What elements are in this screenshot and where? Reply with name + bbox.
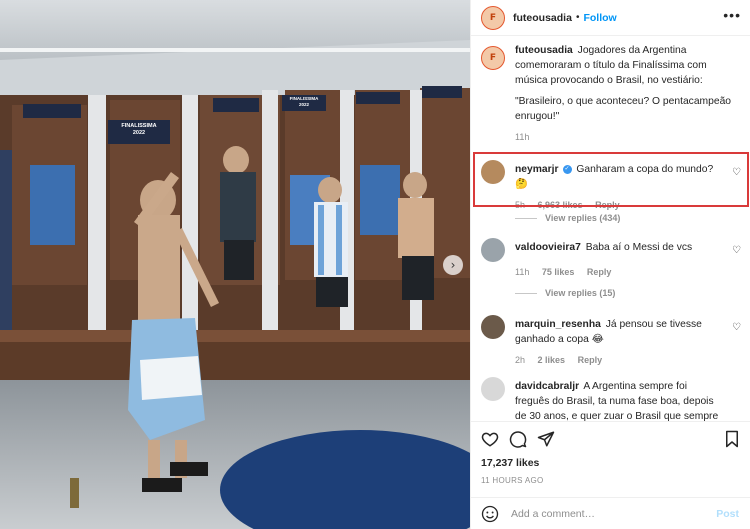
likes-count[interactable]: 17,237 likes xyxy=(481,457,539,469)
brand-logo-icon: F xyxy=(489,53,497,63)
commenter-avatar[interactable] xyxy=(481,377,505,401)
reply-button[interactable]: Reply xyxy=(587,267,612,277)
comment-meta: 2h 2 likes Reply xyxy=(515,353,723,368)
comment-likes[interactable]: 6,963 likes xyxy=(538,200,583,210)
caption-username[interactable]: futeousadia xyxy=(515,45,573,56)
bookmark-icon[interactable] xyxy=(723,430,741,448)
post-sidebar: F futeousadia • Follow ••• F futeousadia… xyxy=(470,0,750,529)
comment-input[interactable] xyxy=(511,507,681,520)
heart-icon[interactable]: ♡ xyxy=(732,245,741,256)
chevron-right-icon: › xyxy=(450,258,456,272)
comment-meta: 5h 6,963 likes Reply xyxy=(515,198,723,213)
caption-meta: 11h xyxy=(515,130,741,145)
banner-year: 2022 xyxy=(132,130,146,136)
comment-username[interactable]: davidcabraljr xyxy=(515,381,579,392)
comment-time: 11h xyxy=(515,267,530,277)
commenter-avatar[interactable] xyxy=(481,238,505,262)
instagram-post: FINALISSIMA 2022 FINALISSIMA 2022 › F fu… xyxy=(0,0,750,529)
view-replies-button[interactable]: View replies (434) xyxy=(515,213,620,223)
separator-dot: • xyxy=(575,12,580,23)
comment-time: 2h xyxy=(515,355,526,365)
post-media[interactable]: FINALISSIMA 2022 FINALISSIMA 2022 › xyxy=(0,0,470,529)
caption-quote: "Brasileiro, o que aconteceu? O pentacam… xyxy=(515,96,732,122)
comment-body: davidcabraljr A Argentina sempre foi fre… xyxy=(515,379,723,421)
more-horizontal-icon[interactable]: ••• xyxy=(723,8,741,22)
comment-text: Baba aí o Messi de vcs xyxy=(585,242,693,253)
reply-button[interactable]: Reply xyxy=(578,355,603,365)
author-avatar[interactable]: F xyxy=(481,5,505,30)
action-bar xyxy=(471,421,750,451)
heart-icon[interactable] xyxy=(481,430,499,448)
caption-time: 11h xyxy=(515,132,530,142)
caption-body: futeousadia Jogadores da Argentina comem… xyxy=(515,43,741,145)
banner-label-1: FINALISSIMA 2022 xyxy=(112,123,166,137)
commenter-avatar[interactable] xyxy=(481,315,505,339)
comment-meta: 11h 75 likes Reply xyxy=(515,265,723,280)
comment-icon[interactable] xyxy=(509,430,527,448)
author-username[interactable]: futeousadia xyxy=(513,12,572,24)
comment-item: neymarjr ✓ Ganharam a copa do mundo? 🤔 5h… xyxy=(471,160,750,210)
next-media-button[interactable]: › xyxy=(443,255,463,275)
comment-username[interactable]: marquin_resenha xyxy=(515,319,601,330)
send-icon[interactable] xyxy=(537,430,555,448)
brand-logo-icon: F xyxy=(489,12,497,23)
follow-button[interactable]: Follow xyxy=(583,12,616,24)
comment-item: marquin_resenha Já pensou se tivesse gan… xyxy=(471,315,750,365)
comment-body: marquin_resenha Já pensou se tivesse gan… xyxy=(515,317,723,368)
add-comment-bar: Post xyxy=(471,497,750,529)
post-comment-button[interactable]: Post xyxy=(716,508,739,520)
caption-avatar[interactable]: F xyxy=(481,46,505,70)
view-replies-label: View replies (15) xyxy=(545,288,616,298)
comment-item: valdoovieira7 Baba aí o Messi de vcs 11h… xyxy=(471,238,750,278)
post-header: F futeousadia • Follow ••• xyxy=(471,0,750,36)
heart-icon[interactable]: ♡ xyxy=(732,322,741,333)
banner-label-2: FINALISSIMA 2022 xyxy=(283,96,325,108)
comment-username[interactable]: valdoovieira7 xyxy=(515,242,581,253)
reply-button[interactable]: Reply xyxy=(595,200,620,210)
comments-list[interactable]: F futeousadia Jogadores da Argentina com… xyxy=(471,36,750,421)
comment-likes[interactable]: 75 likes xyxy=(542,267,575,277)
view-replies-button[interactable]: View replies (15) xyxy=(515,288,615,298)
comment-likes[interactable]: 2 likes xyxy=(538,355,566,365)
caption: F futeousadia Jogadores da Argentina com… xyxy=(471,43,750,146)
commenter-avatar[interactable] xyxy=(481,160,505,184)
banner-year: 2022 xyxy=(298,102,309,107)
banner-title: FINALISSIMA xyxy=(121,123,157,129)
comment-body: neymarjr ✓ Ganharam a copa do mundo? 🤔 5h… xyxy=(515,162,723,213)
comment-item: davidcabraljr A Argentina sempre foi fre… xyxy=(471,377,750,421)
heart-icon[interactable]: ♡ xyxy=(732,167,741,178)
emoji-icon[interactable] xyxy=(481,505,499,523)
comment-username[interactable]: neymarjr xyxy=(515,164,559,175)
comment-time: 5h xyxy=(515,200,526,210)
divider xyxy=(515,217,537,219)
verified-badge-icon: ✓ xyxy=(562,164,572,174)
divider xyxy=(515,292,537,294)
post-timestamp: 11 HOURS AGO xyxy=(481,476,544,485)
comment-body: valdoovieira7 Baba aí o Messi de vcs 11h… xyxy=(515,240,723,280)
locker-room-photo xyxy=(0,0,470,529)
view-replies-label: View replies (434) xyxy=(545,213,621,223)
